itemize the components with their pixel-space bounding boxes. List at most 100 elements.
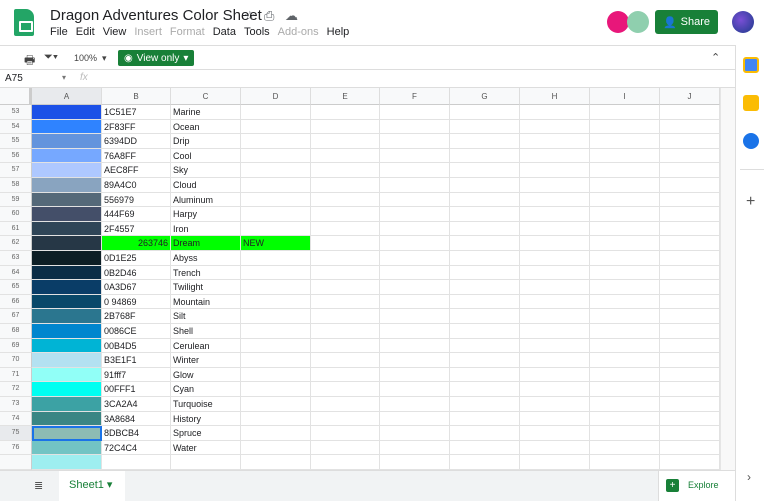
empty-cell[interactable] [450,148,520,164]
empty-cell[interactable] [590,192,660,208]
row-header[interactable]: 73 [0,397,32,412]
empty-cell[interactable] [590,338,660,354]
color-swatch-cell[interactable] [32,134,102,149]
keep-icon[interactable] [743,95,759,111]
empty-cell[interactable] [660,119,720,135]
empty-cell[interactable] [311,119,380,135]
color-name-cell[interactable]: Drip [171,134,241,149]
color-swatch-cell[interactable] [32,265,102,281]
hex-code-cell[interactable]: AEC8FF [102,163,171,178]
empty-cell[interactable] [590,294,660,310]
empty-cell[interactable] [311,280,380,295]
hex-code-cell[interactable]: 76A8FF [102,148,171,164]
empty-cell[interactable] [380,338,450,354]
empty-cell[interactable] [311,163,380,178]
all-sheets-icon[interactable]: ≣ [34,479,43,492]
hex-code-cell[interactable]: 8DBCB4 [102,426,171,441]
column-header-e[interactable]: E [311,88,380,105]
chevron-down-icon[interactable]: ▾ [62,73,66,82]
empty-cell[interactable] [520,353,590,368]
calendar-icon[interactable] [743,57,759,73]
hex-code-cell[interactable]: 91fff7 [102,367,171,383]
color-name-cell[interactable]: Silt [171,309,241,324]
empty-cell[interactable] [660,251,720,266]
empty-cell[interactable] [520,309,590,324]
empty-cell[interactable] [450,178,520,193]
note-cell[interactable] [241,440,311,456]
hex-code-cell[interactable]: 444F69 [102,207,171,222]
note-cell[interactable] [241,251,311,266]
empty-cell[interactable] [450,455,520,470]
note-cell[interactable] [241,455,311,470]
empty-cell[interactable] [660,309,720,324]
empty-cell[interactable] [380,440,450,456]
row-header[interactable]: 55 [0,134,32,149]
color-name-cell[interactable]: Abyss [171,251,241,266]
empty-cell[interactable] [660,265,720,281]
note-cell[interactable] [241,338,311,354]
empty-cell[interactable] [380,280,450,295]
hex-code-cell[interactable]: 2F4557 [102,221,171,237]
row-header[interactable]: 64 [0,265,32,281]
row-header[interactable]: 62 [0,236,32,251]
color-name-cell[interactable]: Sky [171,163,241,178]
add-addon-icon[interactable]: + [746,193,755,211]
column-header-d[interactable]: D [241,88,311,105]
color-name-cell[interactable]: Trench [171,265,241,281]
empty-cell[interactable] [590,207,660,222]
empty-cell[interactable] [380,367,450,383]
column-header-h[interactable]: H [520,88,590,105]
hex-code-cell[interactable]: 1C51E7 [102,105,171,120]
empty-cell[interactable] [311,148,380,164]
empty-cell[interactable] [660,338,720,354]
empty-cell[interactable] [380,382,450,397]
menu-edit[interactable]: Edit [76,26,95,38]
empty-cell[interactable] [311,192,380,208]
row-header[interactable]: 71 [0,367,32,383]
row-header[interactable]: 58 [0,178,32,193]
cloud-status-icon[interactable]: ☁ [285,8,298,24]
empty-cell[interactable] [450,280,520,295]
row-header[interactable]: 61 [0,221,32,237]
empty-cell[interactable] [660,163,720,178]
color-swatch-cell[interactable] [32,280,102,295]
explore-button[interactable]: + Explore [658,471,735,501]
color-name-cell[interactable]: Winter [171,353,241,368]
color-swatch-cell[interactable] [32,251,102,266]
empty-cell[interactable] [450,411,520,427]
note-cell[interactable] [241,192,311,208]
row-header[interactable]: 72 [0,382,32,397]
empty-cell[interactable] [380,178,450,193]
empty-cell[interactable] [311,105,380,120]
note-cell[interactable] [241,382,311,397]
column-header-f[interactable]: F [380,88,450,105]
menu-insert[interactable]: Insert [134,26,162,38]
note-cell[interactable] [241,221,311,237]
note-cell[interactable]: NEW [241,236,311,251]
color-swatch-cell[interactable] [32,455,102,470]
star-icon[interactable]: ☆ [244,8,256,24]
tasks-icon[interactable] [743,133,759,149]
color-name-cell[interactable]: Dream [171,236,241,251]
print-icon[interactable]: 🖶 [24,51,35,72]
select-all-corner[interactable] [0,88,32,105]
empty-cell[interactable] [520,367,590,383]
empty-cell[interactable] [590,353,660,368]
empty-cell[interactable] [380,455,450,470]
empty-cell[interactable] [380,426,450,441]
spreadsheet-grid[interactable]: A B C D E F G H I J 53 1C51E7 Marine 54 2F83FF Ocean 55 6… [0,88,720,470]
hex-code-cell[interactable]: 0 94869 [102,294,171,310]
empty-cell[interactable] [450,236,520,251]
empty-cell[interactable] [450,338,520,354]
empty-cell[interactable] [450,221,520,237]
empty-cell[interactable] [380,105,450,120]
color-name-cell[interactable]: Cerulean [171,338,241,354]
color-swatch-cell[interactable] [32,382,102,397]
empty-cell[interactable] [380,163,450,178]
hex-code-cell[interactable]: 3A8684 [102,411,171,427]
empty-cell[interactable] [520,382,590,397]
color-swatch-cell[interactable] [32,221,102,237]
column-header-g[interactable]: G [450,88,520,105]
row-header[interactable]: 66 [0,294,32,310]
empty-cell[interactable] [311,455,380,470]
